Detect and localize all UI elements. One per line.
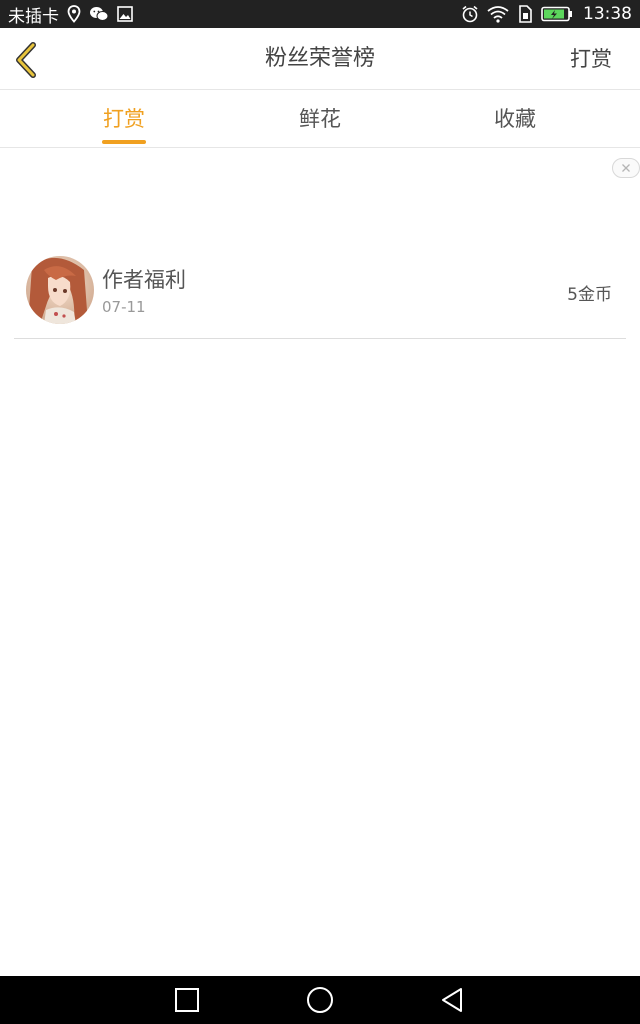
status-right: 13:38 [461,4,632,24]
square-icon [175,988,199,1012]
triangle-back-icon [442,988,462,1012]
status-bar: 未插卡 13:38 [0,0,640,28]
page-title: 粉丝荣誉榜 [264,46,375,71]
item-amount: 5金币 [567,285,612,305]
circle-icon [307,987,333,1013]
avatar [26,256,94,324]
tab-favorites-label: 收藏 [494,107,536,131]
tab-favorites[interactable]: 收藏 [455,90,575,148]
header: 粉丝荣誉榜 打赏 [0,28,640,90]
tab-flowers-label: 鲜花 [299,107,341,131]
wechat-icon [89,6,109,22]
tab-active-indicator [102,140,146,144]
tab-reward[interactable]: 打赏 [64,90,184,148]
home-button[interactable] [290,976,350,1024]
reward-button[interactable]: 打赏 [570,28,612,90]
item-name: 作者福利 [102,268,186,292]
tab-bar: 打赏 鲜花 收藏 [0,90,640,148]
carrier-text: 未插卡 [8,6,59,27]
status-left: 未插卡 [8,2,133,27]
back-nav-button[interactable] [422,976,482,1024]
fan-list: 作者福利 07-11 5金币 [14,250,626,339]
sim-icon [517,5,533,23]
alarm-icon [461,5,479,23]
tab-flowers[interactable]: 鲜花 [260,90,380,148]
nav-bar [0,976,640,1024]
wifi-icon [487,5,509,23]
chevron-left-icon [16,42,36,78]
ad-close-button[interactable] [612,158,640,178]
item-date: 07-11 [102,298,146,316]
clock: 13:38 [583,4,632,24]
close-icon [622,164,630,172]
list-item[interactable]: 作者福利 07-11 5金币 [14,250,626,339]
battery-icon [541,6,573,22]
image-icon [117,6,133,22]
back-button[interactable] [6,38,46,82]
recent-apps-button[interactable] [157,976,217,1024]
location-icon [67,5,81,23]
